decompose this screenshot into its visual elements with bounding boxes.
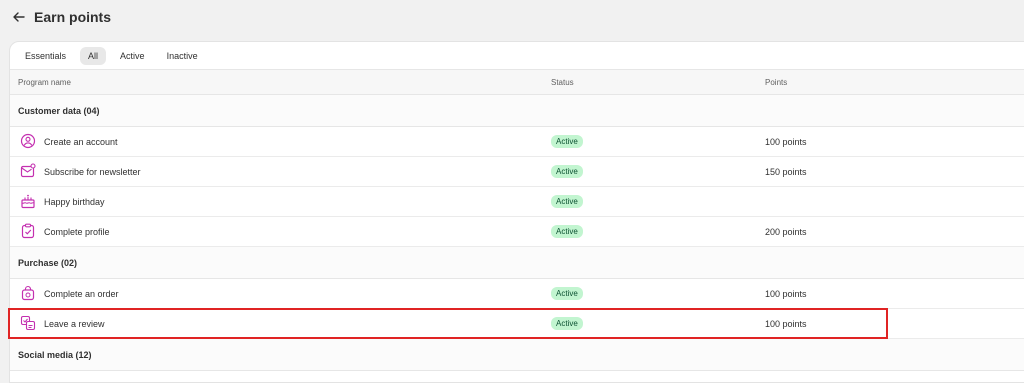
program-name: Leave a review (44, 319, 105, 329)
tab-all[interactable]: All (80, 46, 107, 65)
table-row[interactable]: Subscribe for newsletter Active 150 poin… (10, 157, 1024, 187)
group-header-social-media: Social media (12) (10, 339, 1024, 371)
status-badge: Active (551, 317, 583, 330)
status-badge: Active (551, 165, 583, 178)
email-icon (20, 163, 36, 178)
filter-tabs: Essentials All Active Inactive (10, 42, 1024, 69)
back-arrow-icon[interactable] (12, 10, 26, 24)
program-name: Complete an order (44, 289, 119, 299)
table-header: Program name Status Points (10, 69, 1024, 95)
clipboard-check-icon (21, 223, 35, 239)
program-name: Complete profile (44, 227, 110, 237)
table-row[interactable]: Complete an order Active 100 points (10, 279, 1024, 309)
user-circle-icon (20, 133, 36, 149)
group-header-customer-data: Customer data (04) (10, 95, 1024, 127)
column-program-name: Program name (18, 78, 71, 87)
table-row[interactable]: Create an account Active 100 points (10, 127, 1024, 157)
page-title: Earn points (34, 9, 112, 25)
tab-active[interactable]: Active (112, 47, 153, 65)
cake-icon (21, 194, 35, 209)
group-label: Customer data (04) (18, 106, 100, 116)
table-row[interactable]: Leave a review Active 100 points (10, 309, 1024, 339)
group-header-purchase: Purchase (02) (10, 247, 1024, 279)
points-value: 200 points (765, 227, 807, 237)
page-header: Earn points (12, 6, 111, 28)
table-row[interactable]: Happy birthday Active (10, 187, 1024, 217)
column-points: Points (765, 78, 788, 87)
program-name: Subscribe for newsletter (44, 167, 141, 177)
status-badge: Active (551, 225, 583, 238)
program-name: Happy birthday (44, 197, 105, 207)
review-icon (20, 315, 36, 331)
group-label: Purchase (02) (18, 258, 78, 268)
points-value: 100 points (765, 289, 807, 299)
status-badge: Active (551, 287, 583, 300)
program-name: Create an account (44, 137, 118, 147)
table-row[interactable]: Complete profile Active 200 points (10, 217, 1024, 247)
status-badge: Active (551, 195, 583, 208)
tab-essentials[interactable]: Essentials (17, 47, 74, 65)
points-value: 150 points (765, 167, 807, 177)
column-status: Status (551, 78, 574, 87)
status-badge: Active (551, 135, 583, 148)
group-label: Social media (12) (18, 350, 92, 360)
points-value: 100 points (765, 137, 807, 147)
tab-inactive[interactable]: Inactive (159, 47, 206, 65)
shopping-bag-icon (21, 285, 35, 301)
programs-card: Essentials All Active Inactive Program n… (9, 41, 1024, 383)
points-value: 100 points (765, 319, 807, 329)
